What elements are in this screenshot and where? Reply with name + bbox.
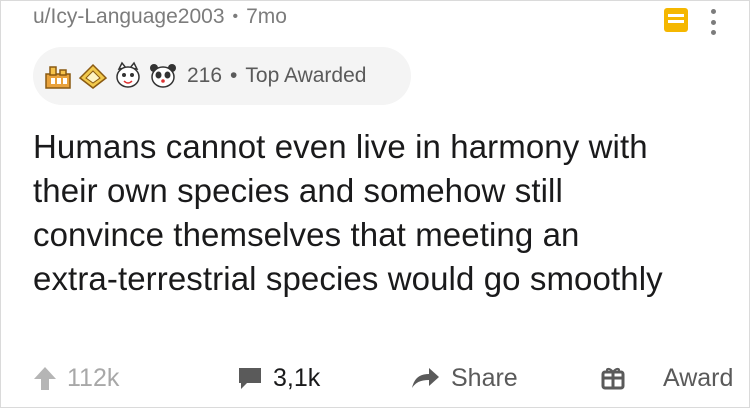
awards-separator: • xyxy=(230,64,238,87)
post-title[interactable]: Humans cannot even live in harmony with … xyxy=(33,125,673,301)
more-options-icon[interactable] xyxy=(709,9,717,35)
share-arrow-icon xyxy=(412,368,439,388)
upvote-count: 112k xyxy=(67,363,120,392)
awards-label: Top Awarded xyxy=(245,64,367,87)
post-card: u/Icy-Language2003 • 7mo 216 • Top Award… xyxy=(0,0,750,408)
share-button[interactable]: Share xyxy=(411,356,518,400)
post-age: 7mo xyxy=(246,5,287,28)
panda-face-award-icon xyxy=(148,61,178,91)
comment-icon xyxy=(239,368,261,389)
upvote-button[interactable]: 112k xyxy=(33,356,119,400)
gold-hands-award-icon xyxy=(78,61,108,91)
awards-bar[interactable]: 216 • Top Awarded xyxy=(33,47,411,105)
author-link[interactable]: u/Icy-Language2003 xyxy=(33,5,225,29)
gift-icon xyxy=(601,368,625,390)
comments-count: 3,1k xyxy=(273,363,321,392)
gold-trophy-award-icon xyxy=(43,61,73,91)
save-button[interactable] xyxy=(664,8,688,32)
post-actions-bar: 112k 3,1k Share Award xyxy=(1,356,750,400)
award-label: Award xyxy=(663,363,734,392)
cat-face-award-icon xyxy=(113,61,143,91)
comments-button[interactable]: 3,1k xyxy=(237,356,320,400)
share-label: Share xyxy=(451,363,518,392)
awards-meta: 216 • Top Awarded xyxy=(187,64,366,88)
award-button[interactable]: Award xyxy=(601,356,733,400)
separator-dot: • xyxy=(232,8,239,25)
post-header: u/Icy-Language2003 • 7mo xyxy=(33,5,287,29)
awards-count: 216 xyxy=(187,64,223,87)
upvote-arrow-icon xyxy=(34,367,56,390)
